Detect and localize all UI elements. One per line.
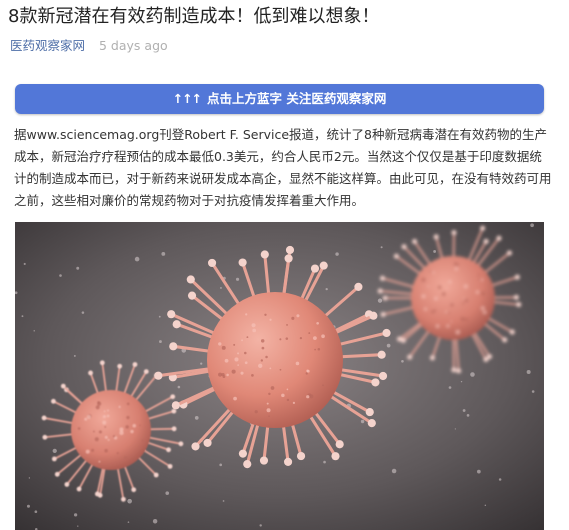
article-title: 8款新冠潜在有效药制造成本！低到难以想象！ <box>8 6 380 27</box>
up-arrows-icon: ↑↑↑ <box>172 91 202 106</box>
follow-banner-button[interactable]: ↑↑↑ 点击上方蓝字 关注医药观察家网 <box>15 84 544 114</box>
article-meta: 医药观察家网 5 days ago <box>10 38 168 54</box>
publish-time: 5 days ago <box>99 38 168 53</box>
author-link[interactable]: 医药观察家网 <box>10 38 85 53</box>
coronavirus-image <box>15 222 544 530</box>
follow-banner-label: 点击上方蓝字 关注医药观察家网 <box>207 91 387 106</box>
article-body: 据www.sciencemag.org刊登Robert F. Service报道… <box>14 127 552 208</box>
